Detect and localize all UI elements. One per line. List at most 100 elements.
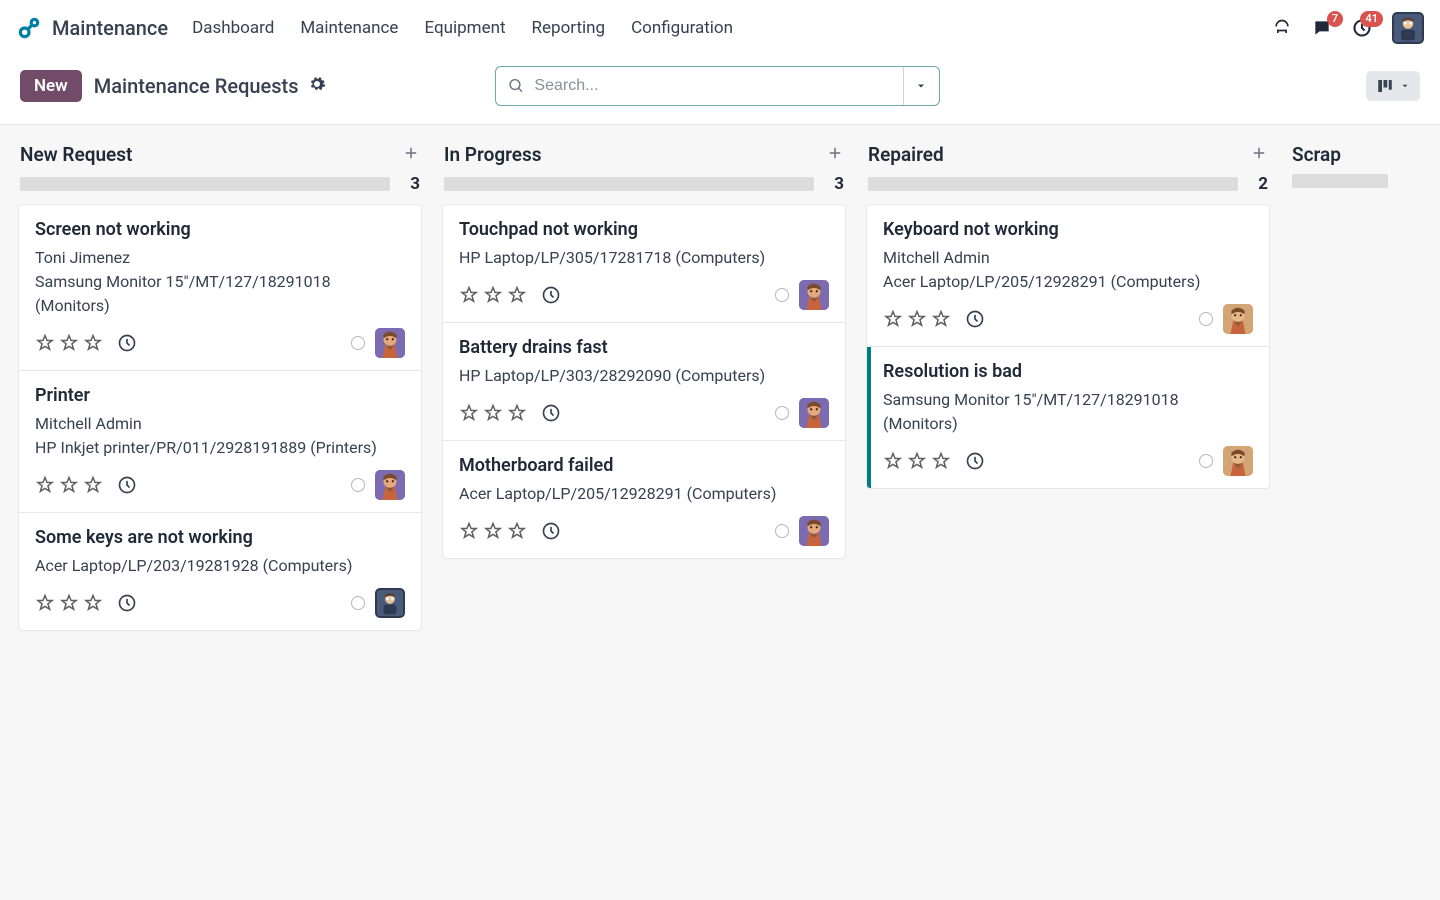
column-title[interactable]: Repaired: [868, 143, 944, 166]
nav-reporting[interactable]: Reporting: [532, 18, 606, 38]
state-dot[interactable]: [1199, 312, 1213, 326]
activity-clock-icon[interactable]: [965, 309, 985, 329]
assignee-avatar[interactable]: [1223, 446, 1253, 476]
nav-configuration[interactable]: Configuration: [631, 18, 733, 38]
app-logo-icon[interactable]: [16, 15, 42, 41]
kanban-card[interactable]: Keyboard not workingMitchell AdminAcer L…: [867, 205, 1269, 347]
activity-clock-icon[interactable]: [117, 333, 137, 353]
nav-equipment[interactable]: Equipment: [424, 18, 505, 38]
star-icon: [459, 285, 479, 305]
card-footer: [459, 516, 829, 546]
card-footer: [883, 446, 1253, 476]
card-list: Touchpad not working HP Laptop/LP/305/172…: [442, 204, 846, 559]
kanban-column: In Progress 3 Touchpad not working HP Lapto…: [442, 143, 846, 900]
priority-stars[interactable]: [883, 451, 951, 471]
control-bar: New Maintenance Requests: [0, 56, 1440, 124]
star-icon: [83, 475, 103, 495]
assignee-avatar[interactable]: [375, 588, 405, 618]
activity-clock-icon[interactable]: [541, 285, 561, 305]
priority-stars[interactable]: [35, 333, 103, 353]
star-icon: [483, 521, 503, 541]
search-main[interactable]: [496, 77, 903, 95]
priority-stars[interactable]: [883, 309, 951, 329]
messages-icon[interactable]: 7: [1312, 18, 1332, 38]
column-title[interactable]: In Progress: [444, 143, 542, 166]
card-footer: [35, 470, 405, 500]
view-switcher[interactable]: [1366, 71, 1420, 101]
column-header: Repaired: [866, 143, 1270, 172]
progress-bar[interactable]: [868, 177, 1238, 191]
nav-dashboard[interactable]: Dashboard: [192, 18, 274, 38]
kanban-card[interactable]: Touchpad not working HP Laptop/LP/305/172…: [443, 205, 845, 323]
card-title: Battery drains fast: [459, 337, 829, 358]
assignee-avatar[interactable]: [1223, 304, 1253, 334]
kanban-card[interactable]: Resolution is badSamsung Monitor 15"/MT/…: [867, 347, 1269, 488]
search-dropdown[interactable]: [903, 67, 939, 105]
progress-bar[interactable]: [20, 177, 390, 191]
state-dot[interactable]: [351, 336, 365, 350]
column-header: Scrap: [1290, 143, 1390, 172]
state-dot[interactable]: [775, 524, 789, 538]
add-card-icon[interactable]: [402, 144, 420, 166]
card-footer: [35, 328, 405, 358]
card-equipment: HP Laptop/LP/305/17281718 (Computers): [459, 246, 829, 270]
assignee-avatar[interactable]: [799, 398, 829, 428]
assignee-avatar[interactable]: [375, 328, 405, 358]
kanban-card[interactable]: Motherboard failedAcer Laptop/LP/205/129…: [443, 441, 845, 558]
star-icon: [507, 521, 527, 541]
activity-clock-icon[interactable]: [541, 403, 561, 423]
card-footer: [459, 398, 829, 428]
kanban-card[interactable]: Screen not workingToni JimenezSamsung Mo…: [19, 205, 421, 371]
kanban-column: Scrap: [1290, 143, 1390, 900]
user-avatar[interactable]: [1392, 12, 1424, 44]
column-subheader: 2: [866, 172, 1270, 204]
star-icon: [907, 451, 927, 471]
search-wrap: [495, 66, 940, 106]
card-requester: Mitchell Admin: [883, 246, 1253, 270]
priority-stars[interactable]: [459, 285, 527, 305]
search-input[interactable]: [534, 77, 890, 95]
column-subheader: 3: [442, 172, 846, 204]
assignee-avatar[interactable]: [375, 470, 405, 500]
star-icon: [459, 521, 479, 541]
column-title[interactable]: New Request: [20, 143, 132, 166]
activity-clock-icon[interactable]: [965, 451, 985, 471]
state-dot[interactable]: [351, 596, 365, 610]
nav-right: 7 41: [1272, 12, 1424, 44]
add-card-icon[interactable]: [826, 144, 844, 166]
progress-bar[interactable]: [1292, 174, 1388, 188]
state-dot[interactable]: [1199, 454, 1213, 468]
priority-stars[interactable]: [459, 521, 527, 541]
kanban-card[interactable]: PrinterMitchell AdminHP Inkjet printer/P…: [19, 371, 421, 513]
search-box: [495, 66, 940, 106]
column-subheader: 3: [18, 172, 422, 204]
progress-bar[interactable]: [444, 177, 814, 191]
state-dot[interactable]: [351, 478, 365, 492]
state-dot[interactable]: [775, 406, 789, 420]
priority-stars[interactable]: [35, 593, 103, 613]
activity-clock-icon[interactable]: [117, 475, 137, 495]
nav-maintenance[interactable]: Maintenance: [300, 18, 398, 38]
column-header: New Request: [18, 143, 422, 172]
gear-icon[interactable]: [308, 75, 326, 97]
card-title: Screen not working: [35, 219, 405, 240]
add-card-icon[interactable]: [1250, 144, 1268, 166]
phone-icon[interactable]: [1272, 18, 1292, 38]
activities-icon[interactable]: 41: [1352, 18, 1372, 38]
priority-stars[interactable]: [459, 403, 527, 423]
assignee-avatar[interactable]: [799, 516, 829, 546]
kanban-card[interactable]: Some keys are not workingAcer Laptop/LP/…: [19, 513, 421, 630]
assignee-avatar[interactable]: [799, 280, 829, 310]
star-icon: [459, 403, 479, 423]
activity-clock-icon[interactable]: [117, 593, 137, 613]
kanban-card[interactable]: Battery drains fastHP Laptop/LP/303/2829…: [443, 323, 845, 441]
priority-stars[interactable]: [35, 475, 103, 495]
new-button[interactable]: New: [20, 70, 82, 102]
card-requester: Toni Jimenez: [35, 246, 405, 270]
state-dot[interactable]: [775, 288, 789, 302]
column-subheader: [1290, 172, 1390, 198]
activity-clock-icon[interactable]: [541, 521, 561, 541]
column-title[interactable]: Scrap: [1292, 143, 1341, 166]
card-footer: [459, 280, 829, 310]
card-title: Touchpad not working: [459, 219, 829, 240]
